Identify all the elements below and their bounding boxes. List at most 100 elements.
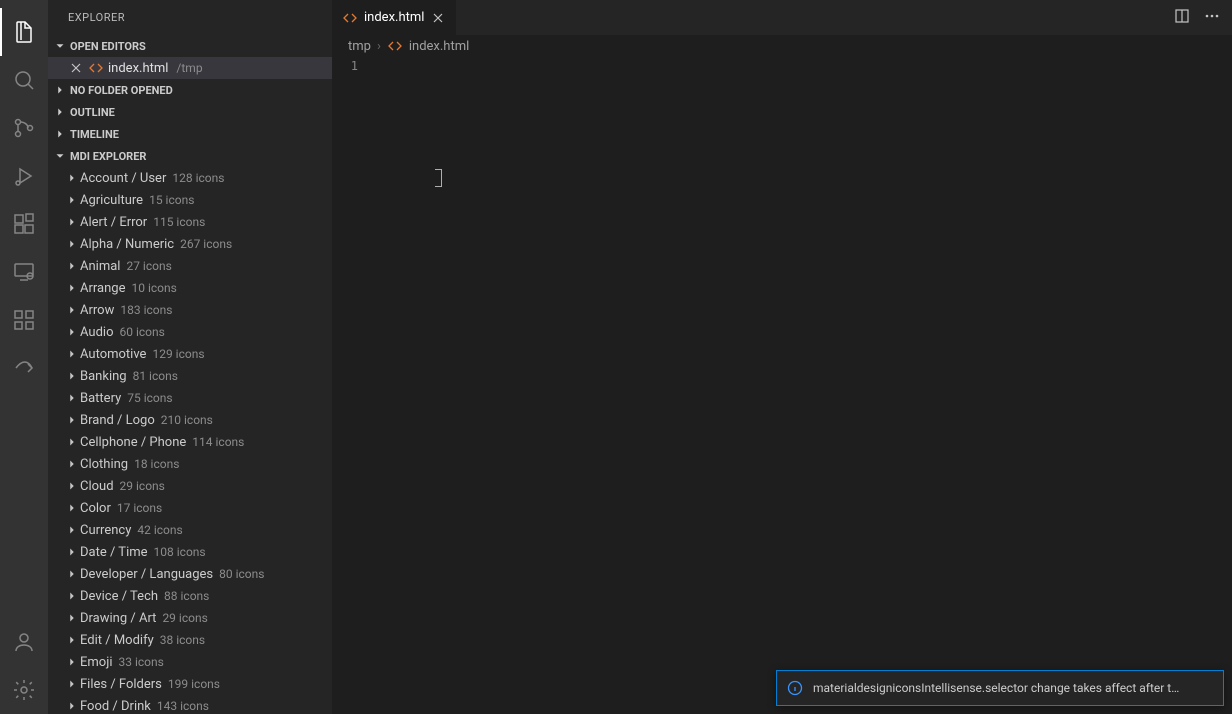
notification-message: materialdesigniconsIntellisense.selector… — [813, 681, 1213, 695]
mdi-category-item[interactable]: Audio60 icons — [48, 321, 332, 343]
section-no-folder[interactable]: NO FOLDER OPENED — [48, 79, 332, 101]
mdi-category-item[interactable]: Arrow183 icons — [48, 299, 332, 321]
activity-remote-icon[interactable] — [0, 248, 48, 296]
mdi-category-item[interactable]: Clothing18 icons — [48, 453, 332, 475]
html-file-icon — [88, 60, 104, 76]
mdi-category-count: 143 icons — [157, 699, 209, 713]
text-editor[interactable]: 1 — [332, 57, 1232, 714]
mdi-category-item[interactable]: Date / Time108 icons — [48, 541, 332, 563]
mdi-category-count: 267 icons — [180, 237, 232, 251]
chevron-right-icon — [64, 325, 80, 339]
mdi-category-name: Alpha / Numeric — [80, 237, 174, 252]
chevron-right-icon — [64, 567, 80, 581]
mdi-category-item[interactable]: Battery75 icons — [48, 387, 332, 409]
mdi-category-count: 29 icons — [120, 479, 165, 493]
section-label: OPEN EDITORS — [70, 40, 146, 53]
mdi-category-item[interactable]: Banking81 icons — [48, 365, 332, 387]
activity-run-debug-icon[interactable] — [0, 152, 48, 200]
activity-share-icon[interactable] — [0, 344, 48, 392]
info-icon — [787, 680, 803, 696]
minimap[interactable] — [1218, 57, 1232, 714]
breadcrumb-dir[interactable]: tmp — [348, 39, 371, 54]
mdi-category-count: 17 icons — [117, 501, 162, 515]
section-mdi-explorer[interactable]: MDI EXPLORER — [48, 145, 332, 167]
breadcrumb-file[interactable]: index.html — [409, 39, 469, 54]
chevron-right-icon — [52, 83, 68, 97]
mdi-category-name: Cloud — [80, 479, 114, 494]
chevron-right-icon — [64, 633, 80, 647]
activity-extensions-icon[interactable] — [0, 200, 48, 248]
chevron-right-icon — [52, 127, 68, 141]
mdi-category-item[interactable]: Cloud 29 icons — [48, 475, 332, 497]
section-timeline[interactable]: TIMELINE — [48, 123, 332, 145]
section-outline[interactable]: OUTLINE — [48, 101, 332, 123]
mdi-category-count: 38 icons — [160, 633, 205, 647]
mdi-category-item[interactable]: Cellphone / Phone114 icons — [48, 431, 332, 453]
tab-index-html[interactable]: index.html — [332, 0, 457, 35]
mdi-category-item[interactable]: Emoji33 icons — [48, 651, 332, 673]
mdi-category-item[interactable]: Account / User128 icons — [48, 167, 332, 189]
close-icon[interactable] — [430, 10, 446, 26]
editor-tabs: index.html — [332, 0, 1232, 35]
mdi-category-name: Automotive — [80, 347, 146, 362]
chevron-right-icon — [64, 215, 80, 229]
mdi-category-name: Animal — [80, 259, 120, 274]
mdi-category-item[interactable]: Animal27 icons — [48, 255, 332, 277]
mdi-category-name: Food / Drink — [80, 699, 151, 714]
mdi-category-name: Files / Folders — [80, 677, 162, 692]
mdi-category-item[interactable]: Alpha / Numeric 267 icons — [48, 233, 332, 255]
mdi-category-item[interactable]: Currency42 icons — [48, 519, 332, 541]
split-editor-icon[interactable] — [1174, 8, 1190, 28]
activity-source-control-icon[interactable] — [0, 104, 48, 152]
close-icon[interactable] — [68, 60, 84, 76]
mdi-category-count: 129 icons — [152, 347, 204, 361]
chevron-right-icon — [52, 105, 68, 119]
activity-explorer-icon[interactable] — [0, 8, 48, 56]
mdi-category-item[interactable]: Edit / Modify38 icons — [48, 629, 332, 651]
explorer-sidebar: EXPLORER OPEN EDITORS index.html /tmp NO… — [48, 0, 332, 714]
notification-toast[interactable]: materialdesigniconsIntellisense.selector… — [776, 670, 1224, 706]
mdi-category-name: Banking — [80, 369, 127, 384]
open-editor-item[interactable]: index.html /tmp — [48, 57, 332, 79]
mdi-category-item[interactable]: Arrange10 icons — [48, 277, 332, 299]
mdi-category-count: 15 icons — [149, 193, 194, 207]
mdi-category-item[interactable]: Device / Tech88 icons — [48, 585, 332, 607]
chevron-right-icon: › — [377, 39, 381, 54]
more-actions-icon[interactable] — [1204, 8, 1220, 28]
chevron-right-icon — [64, 413, 80, 427]
mdi-category-item[interactable]: Color17 icons — [48, 497, 332, 519]
mdi-category-item[interactable]: Food / Drink 143 icons — [48, 695, 332, 714]
activity-accounts-icon[interactable] — [0, 618, 48, 666]
activity-bar — [0, 0, 48, 714]
html-file-icon — [387, 38, 403, 54]
section-open-editors[interactable]: OPEN EDITORS — [48, 35, 332, 57]
chevron-right-icon — [64, 677, 80, 691]
activity-settings-icon[interactable] — [0, 666, 48, 714]
editor-content[interactable] — [372, 57, 1232, 714]
mdi-category-item[interactable]: Files / Folders199 icons — [48, 673, 332, 695]
mdi-category-name: Arrow — [80, 303, 114, 318]
mdi-category-count: 29 icons — [162, 611, 207, 625]
activity-panel-icon[interactable] — [0, 296, 48, 344]
mdi-category-item[interactable]: Developer / Languages80 icons — [48, 563, 332, 585]
mdi-category-count: 75 icons — [127, 391, 172, 405]
mdi-category-item[interactable]: Drawing / Art29 icons — [48, 607, 332, 629]
mdi-category-item[interactable]: Alert / Error115 icons — [48, 211, 332, 233]
editor-group: index.html tmp › index.html 1 materialde… — [332, 0, 1232, 714]
breadcrumb[interactable]: tmp › index.html — [332, 35, 1232, 57]
open-editor-filename: index.html — [108, 61, 168, 76]
mdi-category-item[interactable]: Automotive 129 icons — [48, 343, 332, 365]
mdi-category-name: Device / Tech — [80, 589, 158, 604]
mdi-category-item[interactable]: Brand / Logo210 icons — [48, 409, 332, 431]
editor-actions — [1174, 0, 1232, 35]
mdi-category-item[interactable]: Agriculture15 icons — [48, 189, 332, 211]
chevron-right-icon — [64, 369, 80, 383]
tab-filename: index.html — [364, 10, 424, 25]
mdi-category-count: 128 icons — [172, 171, 224, 185]
chevron-down-icon — [52, 149, 68, 163]
chevron-right-icon — [64, 303, 80, 317]
chevron-right-icon — [64, 545, 80, 559]
sidebar-title: EXPLORER — [48, 0, 332, 35]
chevron-right-icon — [64, 699, 80, 713]
activity-search-icon[interactable] — [0, 56, 48, 104]
